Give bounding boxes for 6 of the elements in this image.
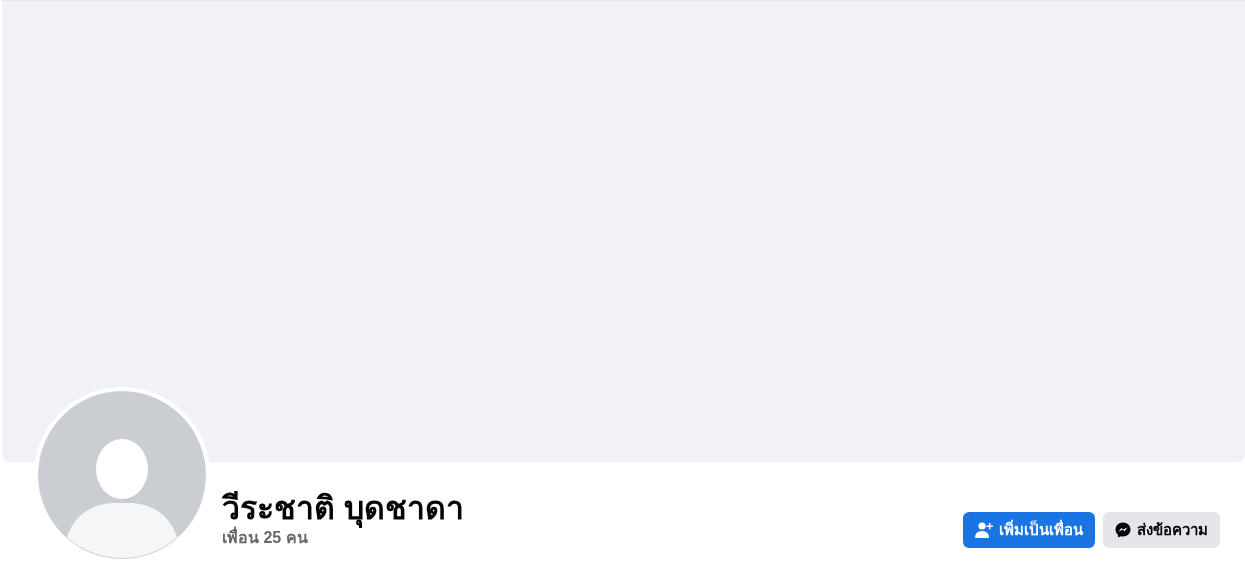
message-button[interactable]: ส่งข้อความ xyxy=(1103,512,1220,548)
messenger-icon xyxy=(1115,522,1131,538)
friend-count[interactable]: เพื่อน 25 คน xyxy=(222,528,464,548)
add-friend-icon xyxy=(975,522,993,538)
avatar-silhouette-icon xyxy=(38,391,206,559)
add-friend-button[interactable]: เพิ่มเป็นเพื่อน xyxy=(963,512,1095,548)
